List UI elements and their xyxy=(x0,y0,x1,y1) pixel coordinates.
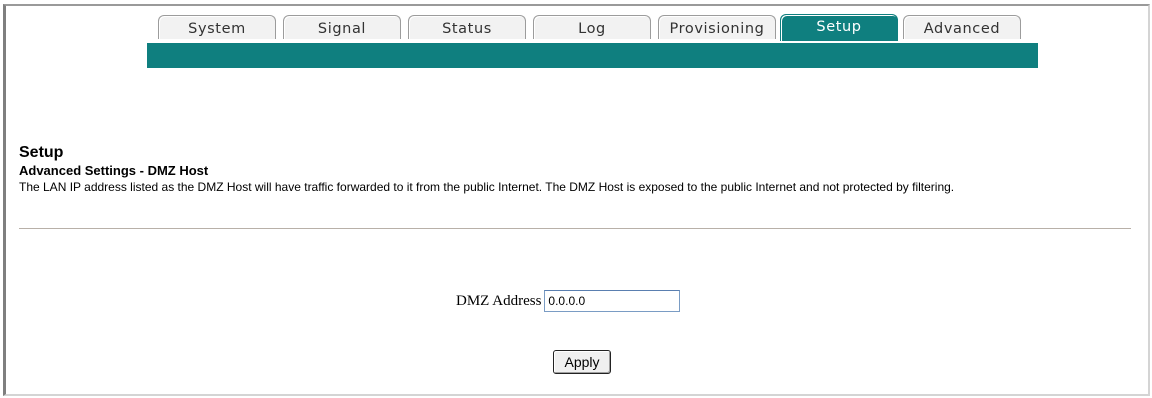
section-title: Advanced Settings - DMZ Host xyxy=(19,163,209,178)
tab-signal[interactable]: Signal xyxy=(283,15,401,39)
tab-status[interactable]: Status xyxy=(408,15,526,39)
dmz-address-label: DMZ Address xyxy=(456,292,542,309)
section-description: The LAN IP address listed as the DMZ Hos… xyxy=(19,180,955,194)
tab-provisioning[interactable]: Provisioning xyxy=(658,15,776,39)
divider xyxy=(19,228,1131,229)
dmz-address-row: DMZ Address xyxy=(456,290,681,312)
page-title: Setup xyxy=(19,144,64,161)
tab-system[interactable]: System xyxy=(158,15,276,39)
tab-advanced[interactable]: Advanced xyxy=(903,15,1021,39)
dmz-address-input[interactable] xyxy=(544,290,681,312)
nav-bar xyxy=(147,43,1038,68)
apply-button[interactable]: Apply xyxy=(553,350,611,374)
tab-setup[interactable]: Setup xyxy=(780,14,898,41)
tab-log[interactable]: Log xyxy=(533,15,651,39)
page-header: Setup Advanced Settings - DMZ Host The L… xyxy=(19,143,1129,195)
